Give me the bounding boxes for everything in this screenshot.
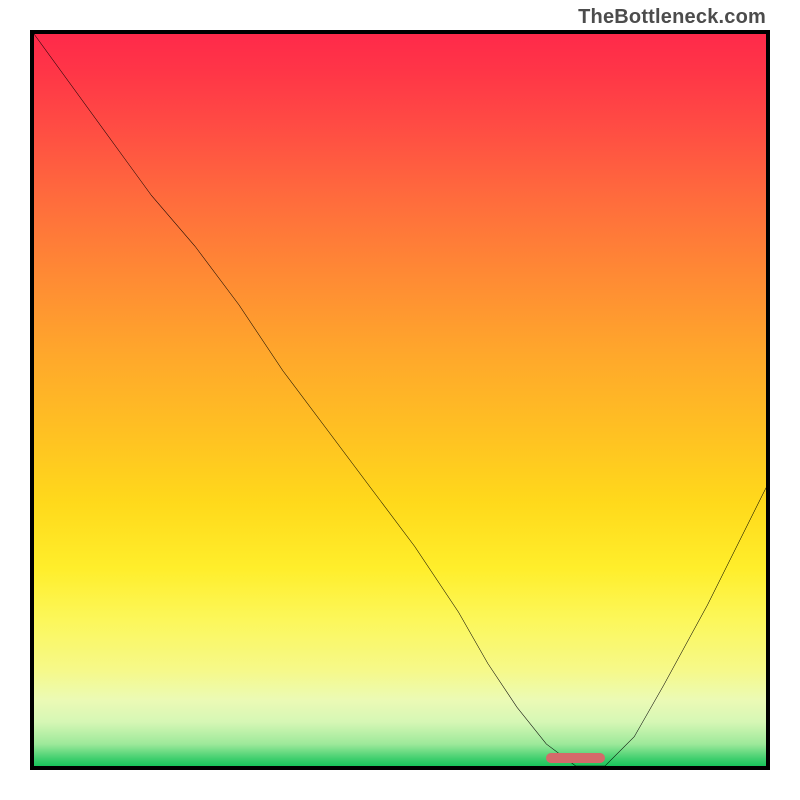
plot-border-bottom [30,766,770,770]
bottleneck-curve [34,34,766,766]
plot-border-right [766,30,770,770]
watermark-text: TheBottleneck.com [578,6,766,29]
plot-frame [30,30,770,770]
minimum-band-marker [546,753,605,763]
plot-area [34,34,766,766]
